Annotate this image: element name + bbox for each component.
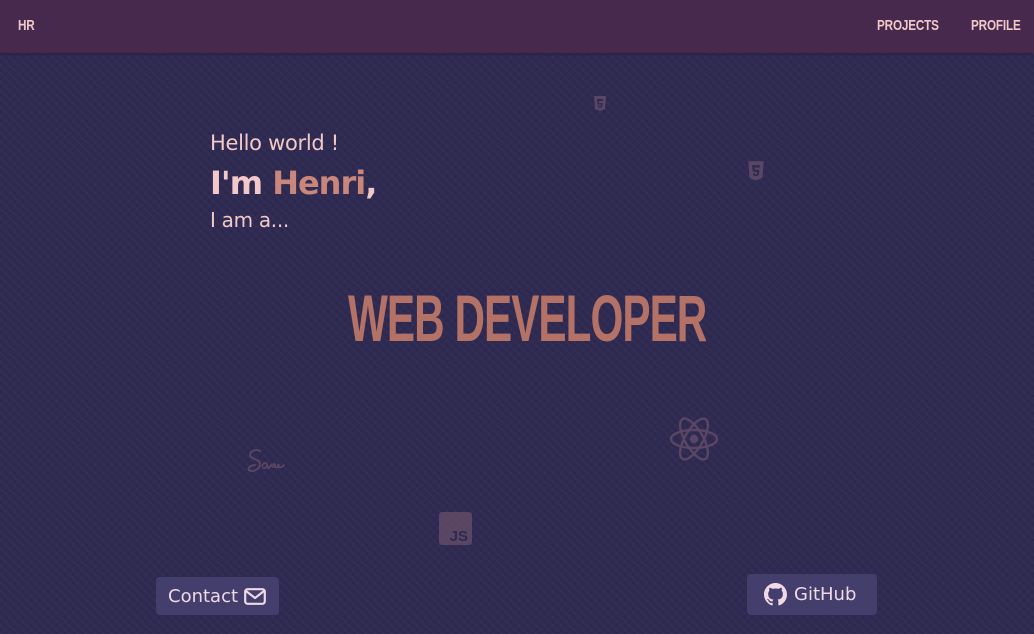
github-icon (764, 583, 787, 606)
contact-label: Contact (168, 585, 239, 607)
nav-link-projects[interactable]: PROJECTS (877, 17, 939, 34)
sass-icon (247, 449, 285, 473)
javascript-icon: JS (439, 512, 472, 545)
css3-icon (748, 161, 764, 181)
github-button[interactable]: GitHub (747, 574, 877, 615)
nav-link-profile[interactable]: PROFILE (971, 17, 1021, 34)
github-label: GitHub (794, 584, 857, 605)
role-intro-text: I am a... (210, 208, 289, 232)
svg-text:JS: JS (450, 528, 468, 545)
intro-heading: I'm Henri, (210, 164, 377, 202)
react-icon (669, 417, 719, 461)
brand-logo[interactable]: HR (18, 17, 35, 34)
intro-prefix: I'm (210, 164, 263, 202)
intro-comma: , (365, 164, 377, 202)
greeting-text: Hello world ! (210, 131, 339, 155)
name-text: Henri (272, 164, 366, 202)
html5-icon (594, 96, 606, 111)
contact-button[interactable]: Contact (156, 577, 279, 615)
envelope-icon (244, 587, 266, 605)
role-title: WEB DEVELOPER (348, 281, 707, 355)
navbar: HR PROJECTS PROFILE (0, 0, 1034, 53)
